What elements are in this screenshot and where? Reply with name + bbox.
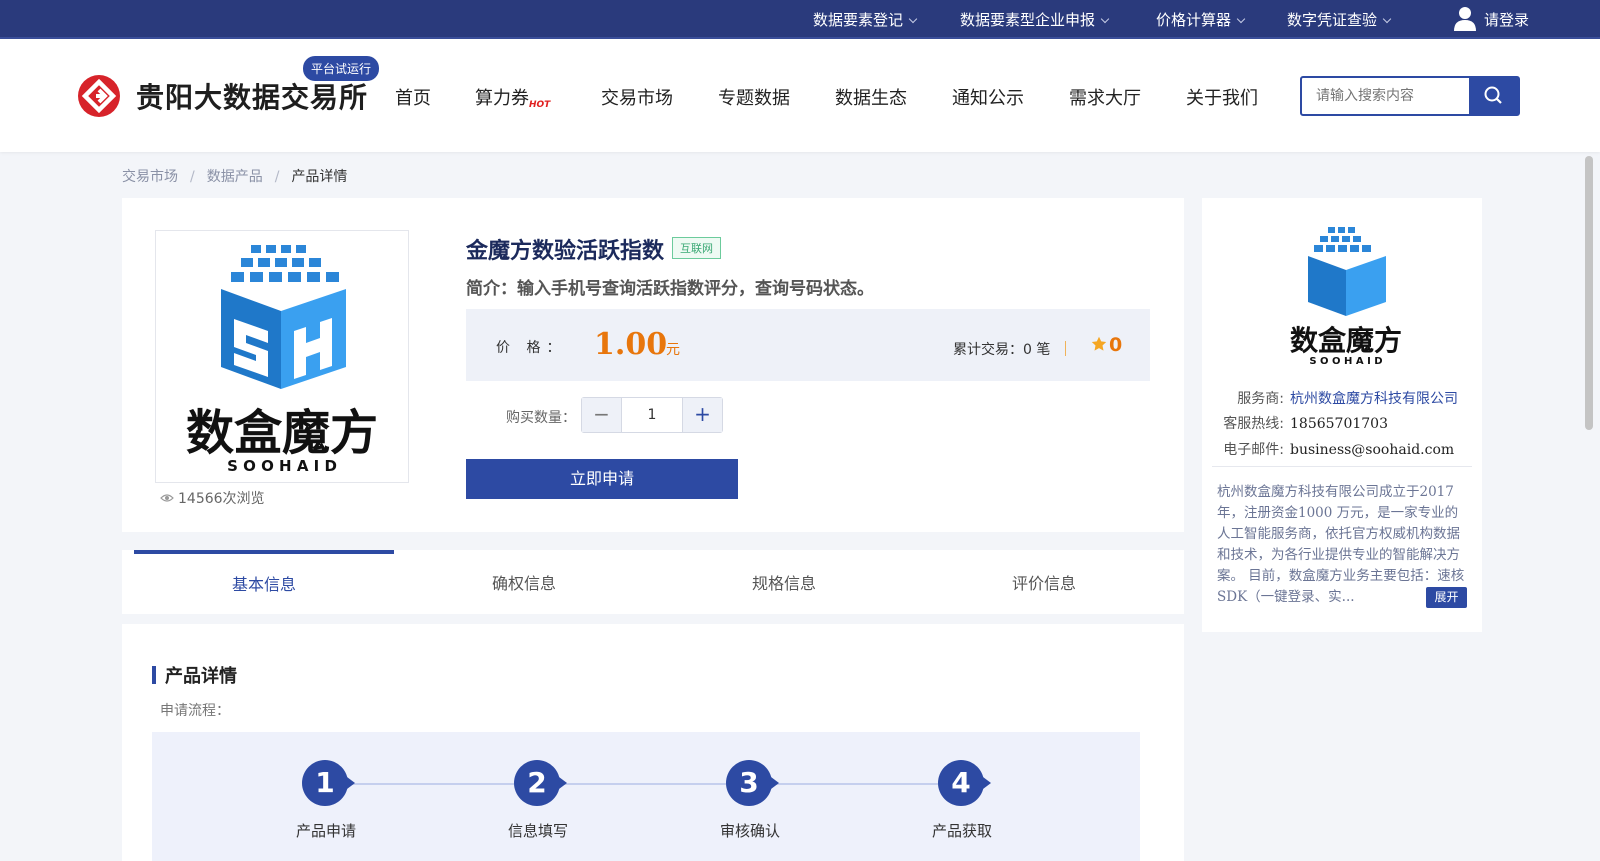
expand-button[interactable]: 展开	[1426, 587, 1467, 608]
flow-panel	[152, 732, 1140, 861]
search-input[interactable]	[1302, 78, 1470, 114]
nav-topic-data[interactable]: 专题数据	[718, 84, 790, 110]
divider	[1065, 341, 1066, 356]
tabs: 基本信息 确权信息 规格信息 评价信息	[134, 550, 1174, 614]
price-value: 1.00	[594, 327, 668, 362]
tab-spec-info[interactable]: 规格信息	[654, 550, 914, 614]
product-title: 金魔方数验活跃指数	[466, 239, 665, 264]
provider-row: 服务商: 杭州数盒魔方科技有限公司	[1237, 391, 1458, 407]
topbar-enterprise-declare[interactable]: 数据要素型企业申报	[960, 9, 1110, 30]
eye-icon	[160, 494, 174, 502]
topbar-data-registration[interactable]: 数据要素登记	[813, 9, 918, 30]
product-intro: 简介：输入手机号查询活跃指数评分，查询号码状态。	[466, 279, 874, 299]
nav-market[interactable]: 交易市场	[601, 84, 673, 110]
category-tag: 互联网	[672, 237, 721, 259]
step-connector	[772, 783, 938, 785]
step-label: 产品获取	[931, 822, 992, 840]
chevron-down-icon	[1100, 14, 1110, 24]
login-link[interactable]: 请登录	[1484, 9, 1529, 30]
provider-logo-icon: 数盒魔方 S O O H A I D	[1290, 227, 1402, 367]
svg-text:S O O H A I D: S O O H A I D	[227, 457, 337, 475]
chevron-down-icon	[1382, 14, 1392, 24]
topbar-price-calculator[interactable]: 价格计算器	[1156, 9, 1246, 30]
breadcrumb: 交易市场 / 数据产品 / 产品详情	[122, 169, 348, 185]
step-label: 审核确认	[719, 822, 780, 840]
product-image: 数盒魔方 S O O H A I D	[155, 230, 409, 483]
tab-review-info[interactable]: 评价信息	[914, 550, 1174, 614]
rating-value: 0	[1109, 334, 1123, 356]
hot-badge-icon: HOT	[529, 100, 551, 110]
chevron-down-icon	[1236, 14, 1246, 24]
hotline-row: 客服热线: 18565701703	[1223, 416, 1388, 432]
user-icon[interactable]	[1454, 6, 1476, 32]
price-label: 价 格：	[496, 340, 567, 356]
apply-button[interactable]: 立即申请	[466, 459, 738, 499]
breadcrumb-market[interactable]: 交易市场	[122, 169, 178, 185]
breadcrumb-current: 产品详情	[291, 169, 348, 185]
view-count: 14566次浏览	[160, 488, 265, 508]
search-box	[1300, 76, 1520, 116]
quantity-stepper: − 1 +	[581, 397, 723, 433]
brand-name[interactable]: 贵阳大数据交易所	[136, 76, 368, 116]
step-number: 1	[302, 760, 355, 806]
step-connector	[348, 783, 514, 785]
nav-ecosystem[interactable]: 数据生态	[835, 84, 907, 110]
top-bar: 数据要素登记 数据要素型企业申报 价格计算器 数字凭证查验 请登录	[0, 0, 1600, 39]
svg-text:数盒魔方: 数盒魔方	[1290, 324, 1402, 357]
quantity-input[interactable]: 1	[623, 398, 681, 432]
nav-compute-voucher[interactable]: 算力券HOT	[475, 84, 550, 110]
provider-name-link[interactable]: 杭州数盒魔方科技有限公司	[1290, 391, 1458, 407]
nav-about[interactable]: 关于我们	[1186, 84, 1258, 110]
step-number: 2	[514, 760, 567, 806]
chevron-down-icon	[908, 14, 918, 24]
quantity-label: 购买数量：	[506, 410, 576, 426]
flow-label: 申请流程：	[160, 703, 230, 719]
tab-basic-info[interactable]: 基本信息	[134, 550, 394, 614]
plus-button[interactable]: +	[682, 398, 722, 432]
search-icon	[1484, 86, 1502, 104]
price-unit: 元	[666, 342, 680, 358]
step-connector	[560, 783, 726, 785]
tab-rights-info[interactable]: 确权信息	[394, 550, 654, 614]
soohaid-logo-icon: 数盒魔方 S O O H A I D	[186, 245, 378, 475]
svg-text:S O O H A I D: S O O H A I D	[1309, 356, 1382, 367]
divider	[1212, 466, 1472, 467]
step-number: 4	[938, 760, 991, 806]
step-number: 3	[726, 760, 779, 806]
breadcrumb-data-products[interactable]: 数据产品	[207, 169, 263, 185]
step-label: 产品申请	[295, 822, 356, 840]
exchange-logo-icon[interactable]	[78, 75, 120, 117]
trade-count: 累计交易：0 笔	[953, 342, 1051, 358]
nav-demand-hall[interactable]: 需求大厅	[1069, 84, 1141, 110]
svg-text:数盒魔方: 数盒魔方	[186, 405, 378, 461]
section-title: 产品详情	[165, 666, 237, 687]
scrollbar-thumb[interactable]	[1585, 156, 1593, 430]
topbar-certificate-check[interactable]: 数字凭证查验	[1287, 9, 1392, 30]
pilot-badge: 平台试运行	[303, 56, 380, 81]
step-label: 信息填写	[507, 822, 568, 840]
section-accent	[152, 666, 156, 684]
star-icon	[1091, 336, 1107, 351]
nav-notices[interactable]: 通知公示	[952, 84, 1024, 110]
email-row: 电子邮件: business@soohaid.com	[1223, 442, 1455, 458]
nav-home[interactable]: 首页	[395, 84, 431, 110]
search-button[interactable]	[1469, 78, 1518, 114]
minus-button[interactable]: −	[582, 398, 622, 432]
